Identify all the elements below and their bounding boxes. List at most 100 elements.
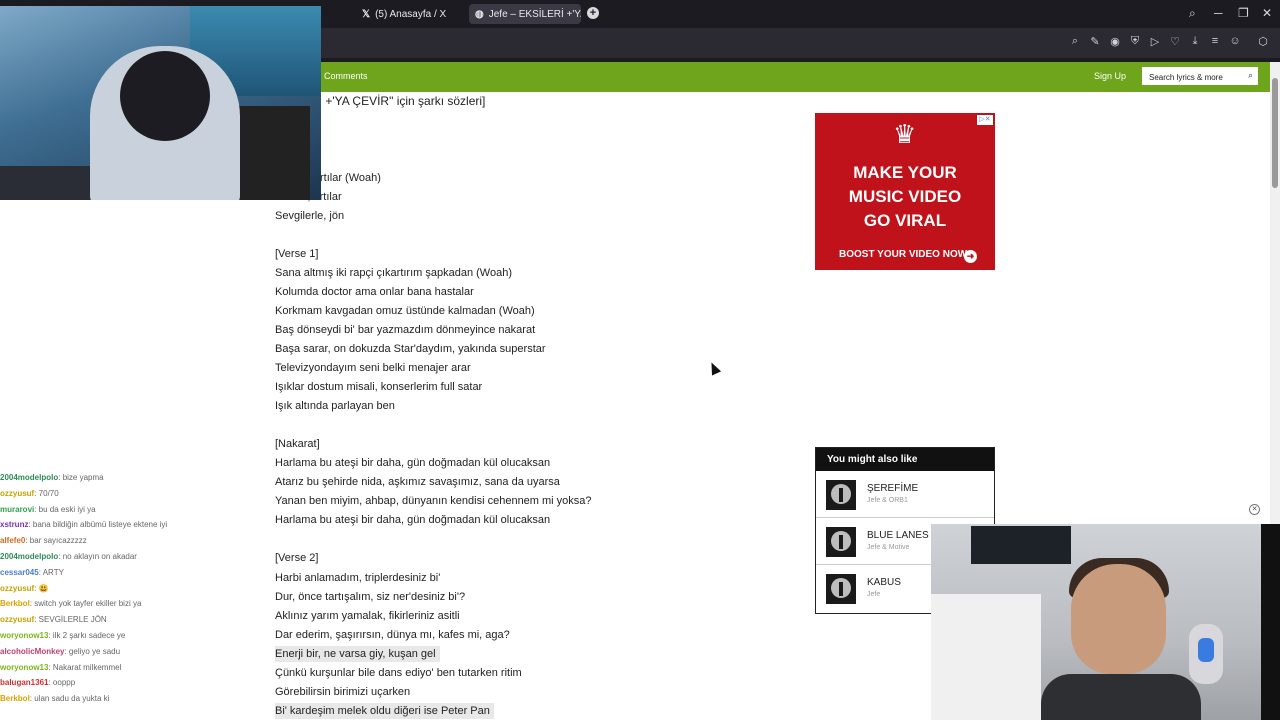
song-artist: Jefe & ORB1	[867, 497, 908, 504]
lyric-line: Çünkü kurşunlar bile dans ediyo' ben tut…	[275, 667, 522, 679]
chat-username: ozzyusuf	[0, 615, 35, 625]
chat-username: xstrunz	[0, 520, 29, 530]
shield-icon[interactable]: ⛨	[1128, 35, 1142, 48]
lyric-line: rtılar (Woah)	[320, 172, 381, 184]
camera-icon[interactable]: ◉	[1108, 35, 1122, 48]
minimize-icon[interactable]: ─	[1214, 6, 1223, 20]
chat-message: ozzyusuf: 😃	[0, 581, 245, 597]
album-art	[826, 574, 856, 604]
lyric-line: Baş dönseydi bi' bar yazmazdım dönmeyinc…	[275, 324, 536, 336]
lyric-line: [Verse 2]	[275, 552, 319, 564]
chat-text: : switch yok tayfer ekiller bizi ya	[29, 599, 142, 609]
lyric-line: Bi' kardeşim melek oldu diğeri ise Peter…	[275, 703, 494, 719]
lyric-line: [Verse 1]	[275, 248, 319, 260]
menu-icon[interactable]: ≡	[1208, 35, 1222, 47]
sign-up-link[interactable]: Sign Up	[1094, 71, 1126, 81]
song-artist: Jefe & Motive	[867, 544, 910, 551]
chat-username: ozzyusuf	[0, 583, 35, 593]
arrow-right-icon: ➜	[964, 250, 977, 263]
chat-text: : no aklayın on akadar	[58, 551, 137, 561]
chat-message: alcoholicMonkey: geliyo ye sadu	[0, 644, 245, 660]
chat-text: : bu da eski iyi ya	[34, 504, 96, 514]
tab-jefe-lyrics[interactable]: ◍ Jefe – EKSİLERİ +'YA ÇEVİR	[469, 4, 581, 24]
search-input[interactable]	[1142, 68, 1238, 87]
chat-message: balugan1361: ooppp	[0, 675, 245, 691]
chat-message: woryonow13: Nakarat milkemmel	[0, 660, 245, 676]
chat-message: 2004modelpolo: no aklayın on akadar	[0, 549, 245, 565]
guest-webcam-overlay	[931, 524, 1280, 720]
chat-username: Berkbol	[0, 694, 30, 704]
chat-text: : ilk 2 şarkı sadece ye	[48, 630, 126, 640]
song-title: BLUE LANES	[867, 530, 929, 541]
chat-message: cessar045: ARTY	[0, 565, 245, 581]
chat-username: woryonow13	[0, 630, 49, 640]
search-box[interactable]: ⌕	[1142, 67, 1258, 87]
ad-headline: MAKE YOUR MUSIC VIDEO GO VIRAL	[848, 163, 962, 230]
chat-message: murarovi: bu da eski iyi ya	[0, 502, 245, 518]
profile-icon[interactable]: ☺	[1228, 35, 1242, 47]
lyric-line: Başa sarar, on dokuzda Star'daydım, yakı…	[275, 343, 546, 355]
chat-username: 2004modelpolo	[0, 551, 59, 561]
chat-text: : geliyo ye sadu	[64, 646, 121, 656]
search-icon[interactable]: ⌕	[1189, 6, 1196, 21]
advertisement[interactable]: ♛ ▷✕ MAKE YOUR MUSIC VIDEO GO VIRAL BOOS…	[815, 113, 995, 270]
nav-comments[interactable]: Comments	[324, 71, 368, 81]
close-icon[interactable]: ✕	[1262, 6, 1272, 20]
lyric-line: Korkmam kavgadan omuz üstünde kalmadan (…	[275, 305, 535, 317]
heart-icon[interactable]: ♡	[1168, 35, 1182, 48]
download-icon[interactable]: ⤓	[1188, 35, 1202, 48]
chat-message: ozzyusuf: SEVGİLERLE JÖN	[0, 612, 245, 628]
chat-username: woryonow13	[0, 662, 49, 672]
chat-text: : SEVGİLERLE JÖN	[34, 615, 107, 625]
lyric-line: Sevgilerle, jön	[275, 210, 345, 222]
crown-logo-icon: ♛	[893, 119, 917, 149]
chat-message: Berkbol: switch yok tayfer ekiller bizi …	[0, 596, 245, 612]
chat-message: woryonow13: ilk 2 şarkı sadece ye	[0, 628, 245, 644]
chat-text: : bize yapma	[58, 473, 104, 482]
tab-label: Jefe – EKSİLERİ +'YA ÇEVİR	[488, 8, 581, 20]
lyric-line: Atarız bu şehirde nida, aşkımız savaşımı…	[275, 476, 560, 488]
related-song[interactable]: ŞEREFİME Jefe & ORB1	[816, 471, 994, 518]
play-icon[interactable]: ▷	[1148, 35, 1162, 48]
chat-text: : bar sayıcazzzzz	[25, 536, 87, 546]
chat-text: : ARTY	[38, 567, 64, 577]
lyric-line: Televizyondayım seni belki menajer arar	[275, 362, 471, 374]
lyrics-title: Rİ +'YA ÇEVİR" için şarkı sözleri]	[310, 94, 486, 108]
lyric-line: Aklınız yarım yamalak, fikirleriniz asit…	[275, 610, 460, 622]
new-tab-button[interactable]: +	[587, 7, 599, 19]
chat-text: : Nakarat milkemmel	[48, 662, 122, 672]
zoom-icon[interactable]: ⌕	[1068, 35, 1082, 48]
scrollbar-thumb[interactable]	[1272, 78, 1278, 188]
chat-username: cessar045	[0, 567, 39, 577]
chat-text: : bana bildiğin albümü listeye ektene iy…	[28, 520, 168, 530]
chat-message: 2004modelpolo: bize yapma	[0, 470, 245, 486]
song-artist: Jefe	[867, 591, 881, 598]
lyric-line: Dar ederim, şaşırırsın, dünya mı, kafes …	[275, 629, 510, 641]
lyric-line: Harlama bu ateşi bir daha, gün doğmadan …	[275, 457, 551, 469]
x-logo-icon: 𝕏	[362, 8, 371, 20]
lyric-line: Kolumda doctor ama onlar bana hastalar	[275, 286, 474, 298]
lyric-line: Yanan ben miyim, ahbap, dünyanın kendisi…	[275, 495, 592, 507]
tab-label: (5) Anasayfa / X	[375, 8, 447, 20]
chat-message: alfefe0: bar sayıcazzzzz	[0, 533, 245, 549]
chat-message: Berkbol: ulan sadu da yukta ki	[0, 691, 245, 707]
lyric-line: Dur, önce tartışalım, siz ner'desiniz bi…	[275, 591, 466, 603]
chat-username: 2004modelpolo	[0, 473, 59, 482]
ad-cta-button[interactable]: BOOST YOUR VIDEO NOW	[839, 246, 975, 264]
extension-icon[interactable]: ⬡	[1256, 35, 1270, 48]
chat-message: ozzyusuf: 70/70	[0, 486, 245, 502]
edit-icon[interactable]: ✎	[1088, 35, 1102, 48]
lyric-line: Işıklar dostum misali, konserlerim full …	[275, 381, 483, 393]
mouse-cursor-icon	[706, 360, 722, 376]
search-icon[interactable]: ⌕	[1248, 70, 1253, 81]
close-icon[interactable]: ✕	[1249, 504, 1260, 515]
section-header: You might also like	[816, 448, 994, 471]
song-title: KABUS	[867, 577, 901, 588]
genius-icon: ◍	[475, 8, 484, 20]
lyric-line: Harlama bu ateşi bir daha, gün doğmadan …	[275, 514, 551, 526]
chat-username: ozzyusuf	[0, 488, 35, 498]
ad-choices-icon[interactable]: ▷✕	[977, 115, 993, 125]
lyric-line: Harbi anlamadım, triplerdesiniz bi'	[275, 572, 441, 584]
tab-x-home[interactable]: 𝕏 (5) Anasayfa / X	[356, 4, 464, 24]
restore-icon[interactable]: ❐	[1238, 6, 1249, 20]
